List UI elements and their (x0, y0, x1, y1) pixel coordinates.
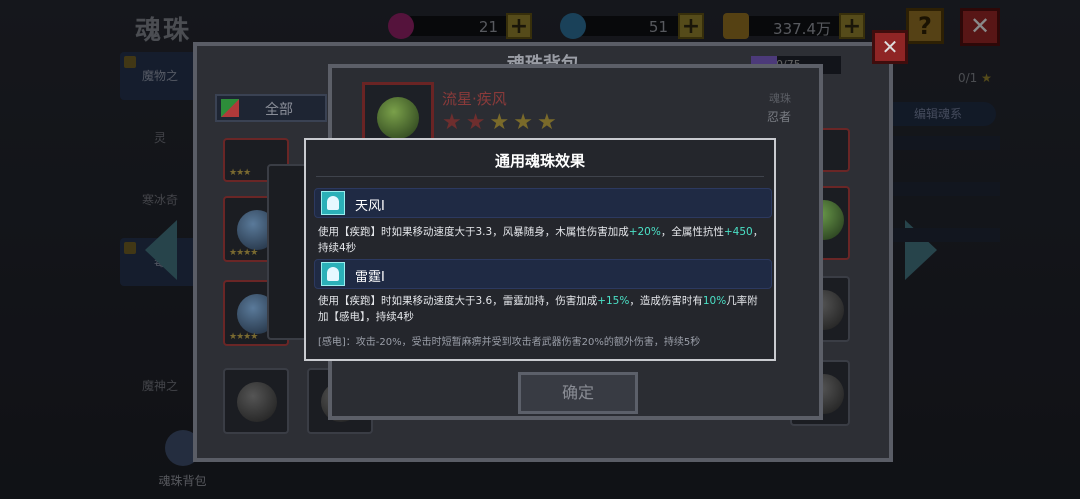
effect-header-1: 天风Ⅰ (314, 188, 772, 218)
effect-header-2: 雷霆Ⅰ (314, 259, 772, 289)
bead-type-value: 忍者 (766, 110, 791, 124)
skill-avatar-icon (321, 262, 345, 286)
close-bag-button[interactable]: ✕ (872, 30, 908, 64)
status-note: [感电]：攻击-20%，受击时短暂麻痹并受到攻击者武器伤害20%的额外伤害，持续… (318, 337, 701, 348)
star-icon: ★ (513, 110, 537, 135)
wind-bead-icon (377, 97, 419, 139)
effect-description-2: 使用【疾跑】时如果移动速度大于3.6，雷霆加持，伤害加成+15%，造成伤害时有1… (318, 295, 758, 323)
bead-slot[interactable] (223, 368, 289, 434)
skill-avatar-icon (321, 191, 345, 215)
star-icon: ★ (489, 110, 514, 135)
effect-description-1: 使用【疾跑】时如果移动速度大于3.3，风暴随身，木属性伤害加成+20%，全属性抗… (318, 226, 764, 254)
effect-name: 天风Ⅰ (355, 199, 385, 214)
bead-stars: ★★★★★ (442, 110, 561, 135)
star-icon: ★ (465, 110, 490, 135)
bead-orb-icon (237, 382, 277, 422)
star-icon: ★ (442, 110, 466, 135)
filter-dropdown[interactable]: 全部 (215, 94, 327, 122)
bead-type-label: 魂珠 (769, 92, 791, 105)
divider (316, 176, 764, 177)
filter-element-icon (221, 99, 239, 117)
star-icon: ★ (536, 110, 561, 135)
universal-effect-dialog: 通用魂珠效果 天风Ⅰ 使用【疾跑】时如果移动速度大于3.3，风暴随身，木属性伤害… (304, 138, 776, 361)
confirm-button[interactable]: 确定 (518, 372, 638, 414)
bead-name: 流星·疾风 (442, 90, 507, 108)
dialog-title: 通用魂珠效果 (494, 152, 585, 170)
effect-name: 雷霆Ⅰ (355, 270, 385, 285)
